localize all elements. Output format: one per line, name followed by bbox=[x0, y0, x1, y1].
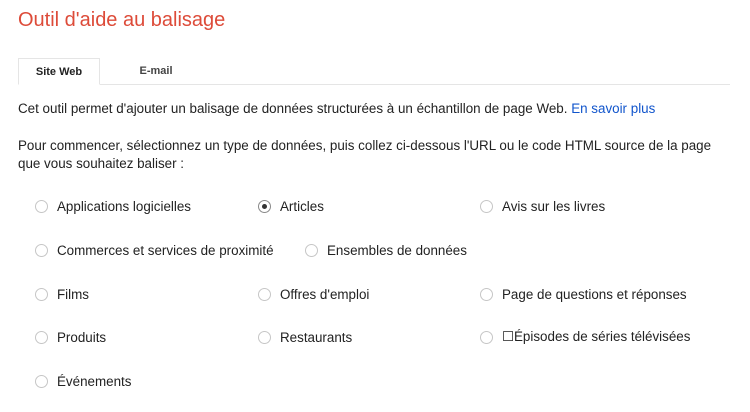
option-commerces-services[interactable]: Commerces et services de proximité bbox=[35, 240, 274, 260]
option-avis-sur-les-livres[interactable]: Avis sur les livres bbox=[480, 196, 605, 216]
option-evenements[interactable]: Événements bbox=[35, 371, 131, 391]
option-label: Articles bbox=[280, 198, 324, 214]
radio-button[interactable] bbox=[35, 199, 48, 213]
radio-button[interactable] bbox=[480, 199, 493, 213]
radio-button[interactable] bbox=[480, 330, 493, 344]
instructions-text: Pour commencer, sélectionnez un type de … bbox=[18, 138, 712, 171]
option-ensembles-de-donnees[interactable]: Ensembles de données bbox=[305, 240, 467, 260]
option-label: Commerces et services de proximité bbox=[57, 242, 274, 258]
page-title: Outil d'aide au balisage bbox=[18, 9, 226, 31]
intro-text: Cet outil permet d'ajouter un balisage d… bbox=[18, 101, 655, 116]
option-offres-d-emploi[interactable]: Offres d'emploi bbox=[258, 284, 369, 304]
radio-button[interactable] bbox=[258, 287, 271, 301]
option-label: Films bbox=[57, 286, 89, 302]
tab-bar: Site Web E-mail bbox=[18, 58, 730, 85]
learn-more-link[interactable]: En savoir plus bbox=[571, 101, 655, 116]
option-produits[interactable]: Produits bbox=[35, 327, 106, 347]
option-label: Applications logicielles bbox=[57, 198, 191, 214]
option-label: Ensembles de données bbox=[327, 242, 467, 258]
radio-button[interactable] bbox=[35, 330, 48, 344]
option-applications-logicielles[interactable]: Applications logicielles bbox=[35, 196, 191, 216]
tab-email[interactable]: E-mail bbox=[108, 58, 204, 84]
option-films[interactable]: Films bbox=[35, 284, 89, 304]
radio-button[interactable] bbox=[35, 374, 48, 388]
option-label: Événements bbox=[57, 373, 132, 389]
option-label: Avis sur les livres bbox=[502, 198, 606, 214]
option-episodes-series-tv[interactable]: ☐Épisodes de séries télévisées bbox=[480, 327, 690, 347]
option-restaurants[interactable]: Restaurants bbox=[258, 327, 352, 347]
option-label: ☐Épisodes de séries télévisées bbox=[502, 329, 691, 344]
option-articles[interactable]: Articles bbox=[258, 196, 324, 216]
option-label: Page de questions et réponses bbox=[502, 286, 687, 302]
radio-button[interactable] bbox=[258, 330, 271, 344]
radio-button-selected[interactable] bbox=[258, 199, 271, 213]
radio-button[interactable] bbox=[480, 287, 493, 301]
radio-button[interactable] bbox=[305, 243, 318, 257]
option-questions-reponses[interactable]: Page de questions et réponses bbox=[480, 284, 687, 304]
tab-site-web[interactable]: Site Web bbox=[18, 58, 100, 85]
radio-button[interactable] bbox=[35, 243, 48, 257]
option-label: Offres d'emploi bbox=[280, 286, 370, 302]
option-label: Produits bbox=[57, 329, 107, 345]
option-label: Restaurants bbox=[280, 329, 353, 345]
radio-button[interactable] bbox=[35, 287, 48, 301]
intro-description: Cet outil permet d'ajouter un balisage d… bbox=[18, 101, 568, 116]
